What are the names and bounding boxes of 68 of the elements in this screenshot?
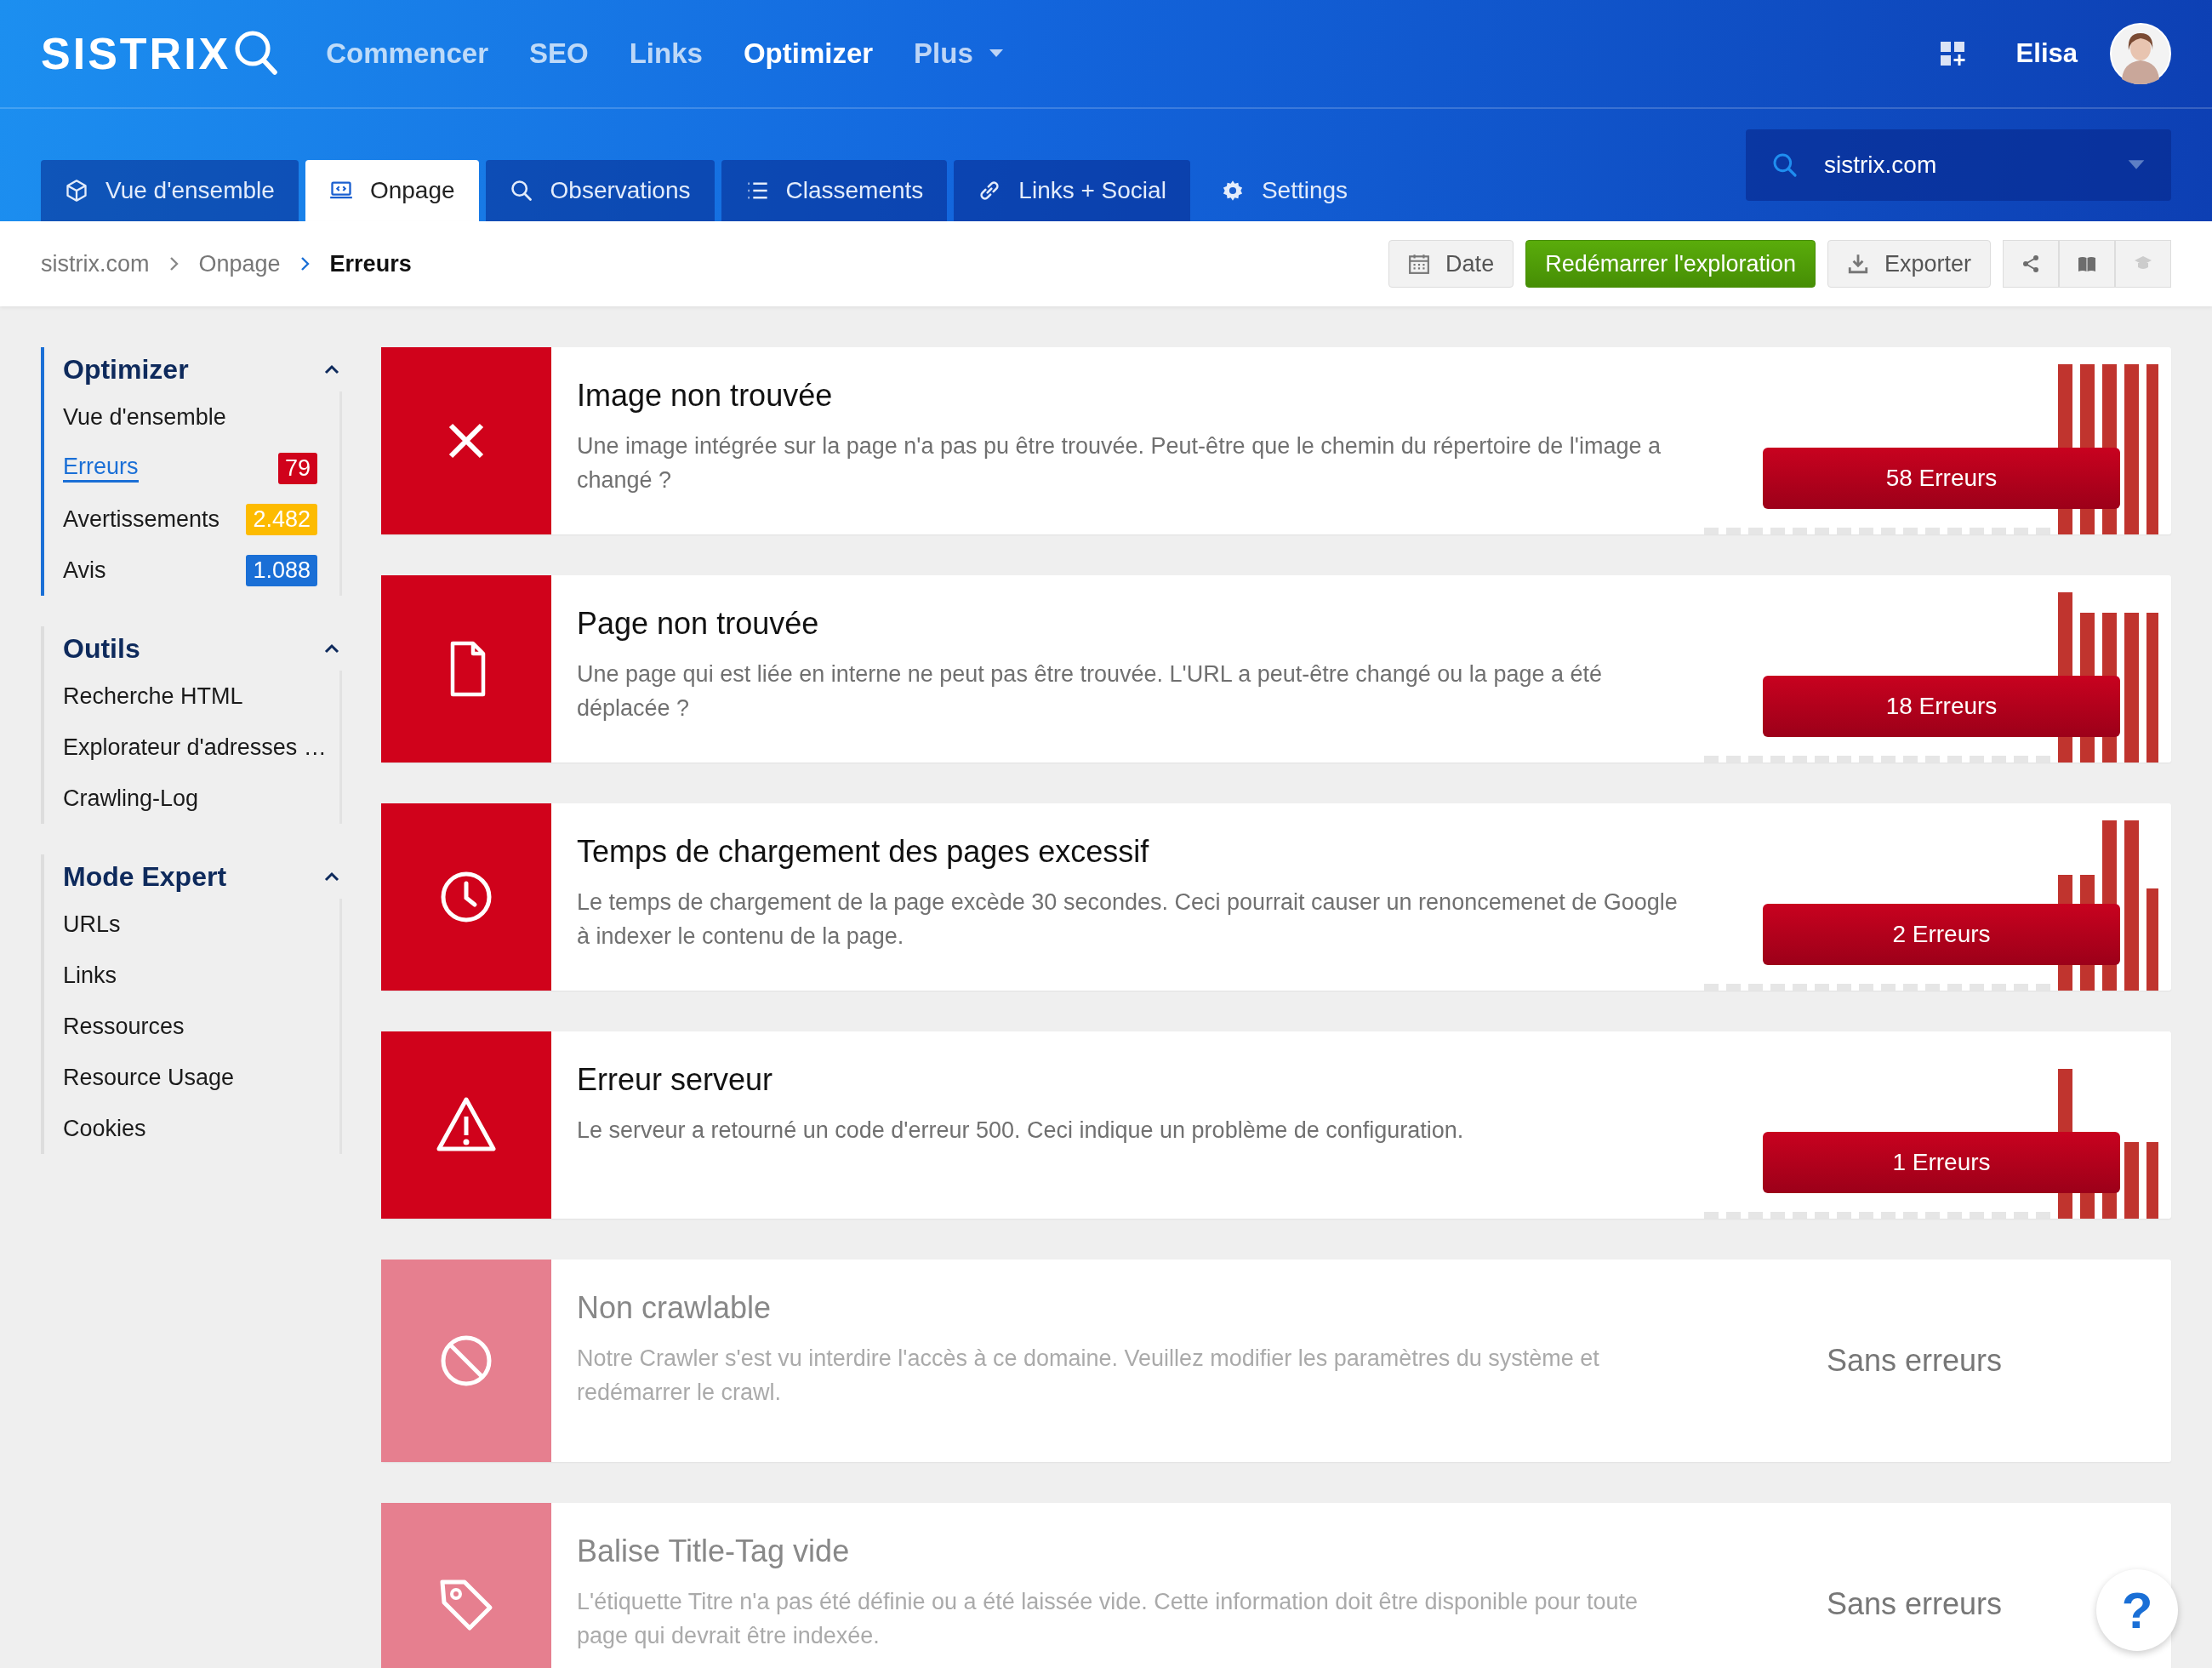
- breadcrumb-link[interactable]: sistrix.com: [41, 250, 150, 277]
- issue-title[interactable]: Balise Title-Tag vide: [577, 1534, 1679, 1569]
- tab[interactable]: Settings: [1196, 160, 1372, 221]
- chevron-right-icon: [168, 255, 180, 272]
- tab[interactable]: Observations: [485, 160, 715, 221]
- avatar[interactable]: [2110, 23, 2171, 84]
- count-badge: 79: [277, 452, 317, 484]
- sidebar-item[interactable]: Avertissements: [63, 506, 220, 533]
- icon-button[interactable]: [2059, 240, 2115, 288]
- status-text: Sans erreurs: [1826, 1586, 2003, 1622]
- status-text: Sans erreurs: [1826, 1343, 2003, 1379]
- issue-description: Le temps de chargement de la page excède 30 secondes. Ceci pourrait causer un renoncemenet de Google à indexer le contenu de la page.: [577, 888, 1679, 951]
- sidebar-item[interactable]: Resource Usage: [63, 1064, 235, 1091]
- count-badge: 1.088: [246, 554, 317, 586]
- search-icon: [1771, 151, 1799, 179]
- issue-title[interactable]: Non crawlable: [577, 1290, 1679, 1326]
- sidebar-item[interactable]: Explorateur d'adresses …: [63, 734, 327, 761]
- apps-icon[interactable]: [1939, 41, 1965, 66]
- share-icon: [2021, 254, 2041, 274]
- cube-icon: [65, 179, 88, 203]
- issue-description: Une image intégrée sur la page n'a pas pu être trouvée. Peut-être que le chemin du répertoire de l'image a changé ?: [577, 432, 1662, 494]
- chevron-up-icon[interactable]: [323, 643, 340, 654]
- tab[interactable]: Links + Social: [954, 160, 1190, 221]
- logo-text[interactable]: SISTRIX: [41, 28, 231, 79]
- error-count-button[interactable]: 58 Erreurs: [1763, 448, 2120, 509]
- issue-title[interactable]: Temps de chargement des pages excessif: [577, 834, 1679, 870]
- tab[interactable]: Vue d'ensemble: [41, 160, 299, 221]
- sidebar-item[interactable]: Ressources: [63, 1013, 185, 1040]
- error-count-button[interactable]: 1 Erreurs: [1763, 1132, 2120, 1193]
- nav-link[interactable]: Optimizer: [743, 37, 874, 70]
- download-icon: [1846, 253, 1869, 275]
- issue-title[interactable]: Image non trouvée: [577, 378, 1679, 414]
- tab[interactable]: Classements: [721, 160, 948, 221]
- sidebar-item[interactable]: Avis: [63, 557, 106, 584]
- project-selector[interactable]: sistrix.com: [1746, 129, 2171, 201]
- toolbar-button[interactable]: Exporter: [1827, 240, 1991, 288]
- user-name[interactable]: Elisa: [2015, 38, 2078, 69]
- sidebar-item[interactable]: Crawling-Log: [63, 785, 199, 812]
- icon-button[interactable]: [2003, 240, 2059, 288]
- section-title[interactable]: Outils: [63, 632, 140, 665]
- chevron-right-icon: [299, 255, 311, 272]
- breadcrumb-current: Erreurs: [329, 250, 412, 277]
- error-count-button[interactable]: 18 Erreurs: [1763, 676, 2120, 737]
- issue-title[interactable]: Page non trouvée: [577, 606, 1679, 642]
- section-title[interactable]: Optimizer: [63, 353, 189, 386]
- search-icon: [234, 30, 279, 77]
- sidebar-item[interactable]: Recherche HTML: [63, 683, 243, 710]
- sidebar-item[interactable]: Cookies: [63, 1115, 146, 1142]
- issue-title[interactable]: Erreur serveur: [577, 1062, 1679, 1098]
- caret-icon: [2127, 159, 2146, 171]
- sidebar-item[interactable]: Erreurs: [63, 454, 139, 483]
- sidebar-item[interactable]: Links: [63, 962, 117, 989]
- count-badge: 2.482: [246, 503, 317, 535]
- issue-description: Notre Crawler s'est vu interdire l'accès à ce domaine. Veuillez modifier les paramètres du système et redémarrer le crawl.: [577, 1345, 1600, 1407]
- section-title[interactable]: Mode Expert: [63, 860, 227, 893]
- sidebar-item[interactable]: Vue d'ensemble: [63, 403, 226, 431]
- search-icon: [509, 179, 533, 203]
- tab[interactable]: Onpage: [305, 160, 479, 221]
- chevron-up-icon[interactable]: [323, 363, 340, 375]
- error-count-button[interactable]: 2 Erreurs: [1763, 904, 2120, 965]
- sidebar-item[interactable]: URLs: [63, 911, 121, 938]
- calendar-icon: [1408, 253, 1431, 275]
- chevron-up-icon[interactable]: [323, 871, 340, 883]
- breadcrumb-link[interactable]: Onpage: [198, 250, 281, 277]
- issue-description: L'étiquette Titre n'a pas été définie ou a été laissée vide. Cette information doit être disponible pour toute page qui devrait être indexée.: [577, 1588, 1639, 1650]
- issue-description: Le serveur a retourné un code d'erreur 500. Ceci indique un problème de configuration.: [577, 1117, 1465, 1145]
- issue-description: Une page qui est liée en interne ne peut pas être trouvée. L'URL a peut-être changé ou la page a été déplacée ?: [577, 660, 1603, 723]
- toolbar-button[interactable]: Date: [1388, 240, 1514, 288]
